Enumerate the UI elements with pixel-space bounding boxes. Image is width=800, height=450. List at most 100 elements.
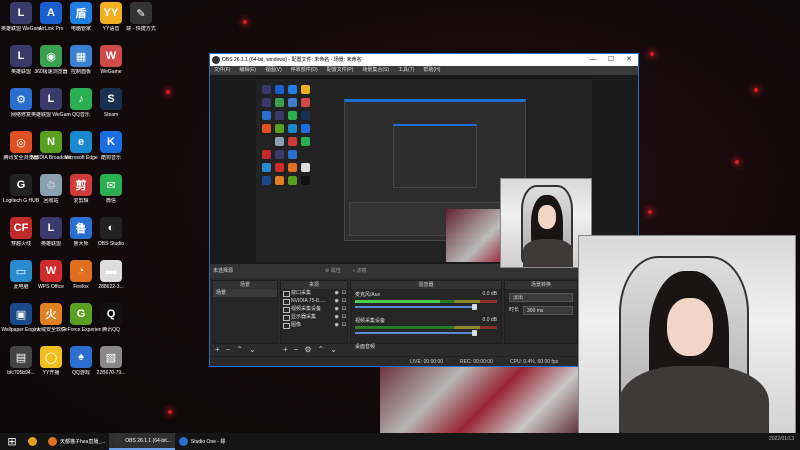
lock-icon[interactable]: ⊡ [342,321,346,329]
system-clock[interactable]: 2022/01/13 [769,436,794,442]
add-icon[interactable]: + [283,345,288,355]
source-item[interactable]: NVIDIA 75-8..... ◉ ⊡ [281,297,347,305]
menu-view[interactable]: 视图(V) [265,66,282,75]
source-item[interactable]: 视频采集设备 ◉ ⊡ [281,305,347,313]
transitions-panel: 场景转换 淡出 时长 300 ms [504,280,578,344]
cpu-status: CPU: 0.4%, 60.00 fps [510,359,559,365]
maximize-button[interactable]: ☐ [602,54,620,66]
no-source-label: 未选择源 [213,268,234,274]
transition-select[interactable]: 淡出 [509,293,573,302]
add-icon[interactable]: + [215,345,220,355]
scenes-panel: 场景 场景 + − ⌃ ⌄ [212,280,278,354]
obs-window-title: OBS 26.1.1 (64-bit, windows) - 配置文件: 未命名… [222,57,362,63]
menu-file[interactable]: 文件(F) [214,66,230,75]
lock-icon[interactable]: ⊡ [342,297,346,305]
menu-docks[interactable]: 停靠部件(D) [291,66,318,75]
file-icon: ▤ [10,346,32,368]
utility-icon: 鲁 [70,217,92,239]
visibility-icon[interactable]: ◉ [335,321,339,329]
duration-input[interactable]: 300 ms [523,306,573,315]
menu-profile[interactable]: 配置文件(P) [327,66,354,75]
source-item[interactable]: 图像 ◉ ⊡ [281,321,347,329]
close-button[interactable]: ✕ [620,54,638,66]
move-up-icon[interactable]: ⌃ [236,345,243,355]
desktop-shortcut-label: 腾讯QQ [102,327,120,333]
status-bar: LIVE: 00:00:00 REC: 00:00:00 CPU: 0.4%, … [210,356,638,366]
menu-tools[interactable]: 工具(T) [398,66,414,75]
bg-glow-dot [168,410,172,414]
menu-help[interactable]: 帮助(H) [423,66,440,75]
desktop-shortcut[interactable]: ▬ 288622-3... [93,260,129,298]
minimize-button[interactable]: — [584,54,602,66]
computer-icon: ▭ [10,260,32,282]
menu-edit[interactable]: 编辑(E) [239,66,256,75]
preview-desktop-icons [262,85,310,185]
lock-icon[interactable]: ⊡ [342,313,346,321]
desktop-shortcut[interactable]: Q 腾讯QQ [93,303,129,341]
source-item[interactable]: 显示器采集 ◉ ⊡ [281,313,347,321]
bg-glow-dot [166,90,170,94]
windows-start-icon[interactable]: ⊞ [0,433,24,450]
lock-icon[interactable]: ⊡ [342,289,346,297]
transitions-header: 场景转换 [505,281,577,289]
menu-scene-collection[interactable]: 场景集合(S) [362,66,389,75]
volume-slider[interactable] [355,330,477,336]
filters-button[interactable]: ◑ 滤镜 [352,267,366,274]
visibility-icon[interactable]: ◉ [335,313,339,321]
properties-button[interactable]: ⚙ 属性 [325,267,341,274]
app-icon [178,437,188,446]
taskbar-apps: 天都猫子hea直播_... OBS 26.1.1 (64-bit... Studio… [24,433,229,450]
source-item[interactable]: 窗口采集 ◉ ⊡ [281,289,347,297]
desktop-shortcut[interactable]: W WeGame [93,45,129,83]
firefox-icon: ◔ [70,260,92,282]
app-icon [28,437,37,446]
taskbar-app[interactable]: OBS 26.1.1 (64-bit... [109,433,175,450]
move-down-icon[interactable]: ⌄ [330,345,337,355]
taskbar-app[interactable]: 天都猫子hea直播_... [44,433,109,450]
desktop-shortcut-label: WeGame [100,69,122,75]
volume-slider[interactable] [355,304,477,310]
taskbar-app[interactable] [24,433,44,450]
airlink-icon: A [40,2,62,24]
move-down-icon[interactable]: ⌄ [249,345,256,355]
scene-item[interactable]: 场景 [213,289,277,297]
taskbar-app-label: Studio One - 嫖 [190,439,226,445]
taskbar-app[interactable]: Studio One - 嫖 [175,433,229,450]
desktop-shortcut[interactable]: ◐ OBS Studio [93,217,129,255]
gear-icon[interactable]: ⚙ [304,345,311,355]
bg-glow-dot [650,52,654,56]
desktop-shortcut[interactable]: S Steam [93,88,129,126]
game-icon: ♠ [70,346,92,368]
scenes-header: 场景 [213,281,277,289]
desktop-shortcut-label: OBS Studio [97,241,125,247]
desktop-shortcut[interactable]: ✉ 微信 [93,174,129,212]
mixer-channel: 视频采集设备 0.0 dB [351,315,501,341]
edge-icon: e [70,131,92,153]
lock-icon[interactable]: ⊡ [342,305,346,313]
desktop-shortcut[interactable]: ▧ 22B670-79... [93,346,129,384]
webcam-overlay-large [578,235,796,450]
visibility-icon[interactable]: ◉ [335,289,339,297]
mixer-channel: 麦克风/Aux 0.0 dB [351,289,501,315]
sources-controls: + − ⚙ ⌃ ⌄ [283,345,337,355]
taskbar: ⊞ 天都猫子hea直播_... OBS 26.1.1 (64-bit... Stud… [0,433,800,450]
obs-app-icon [212,56,220,64]
league-icon: L [10,45,32,67]
yy-icon: ◯ [40,346,62,368]
editor-icon: 剪 [70,174,92,196]
music-icon: K [100,131,122,153]
music-icon: ♪ [70,88,92,110]
live-status: LIVE: 00:00:00 [410,359,444,365]
desktop-shortcut[interactable]: K 酷狗音乐 [93,131,129,169]
visibility-icon[interactable]: ◉ [335,305,339,313]
person-face [667,298,713,356]
remove-icon[interactable]: − [226,345,231,355]
app-icon [113,436,123,445]
desktop-shortcut[interactable]: ✎ 嫖 - 快捷方式 [123,2,159,40]
move-up-icon[interactable]: ⌃ [318,345,325,355]
obs-title-bar[interactable]: OBS 26.1.1 (64-bit, windows) - 配置文件: 未命名… [210,54,638,66]
person-face [538,205,556,229]
visibility-icon[interactable]: ◉ [335,297,339,305]
image-file-icon: ▧ [100,346,122,368]
remove-icon[interactable]: − [294,345,299,355]
